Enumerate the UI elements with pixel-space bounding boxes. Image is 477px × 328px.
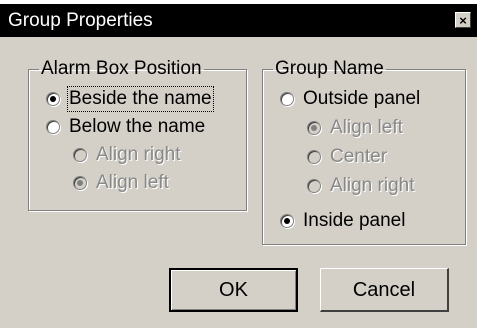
radio-inside-panel[interactable]: Inside panel [280, 210, 405, 232]
close-button[interactable]: × [455, 12, 471, 28]
radio-outside-panel[interactable]: Outside panel [280, 88, 420, 110]
radio-name-align-right[interactable]: Align right [307, 175, 415, 197]
radio-button-icon [73, 148, 87, 162]
radio-inside-panel-label: Inside panel [303, 210, 406, 231]
radio-button-icon [307, 150, 321, 164]
alarm-box-position-title: Alarm Box Position [41, 58, 202, 79]
radio-button-icon [307, 121, 321, 135]
title-bar: Group Properties × [0, 4, 477, 37]
ok-button[interactable]: OK [169, 268, 298, 312]
radio-button-icon [46, 92, 60, 106]
radio-beside-the-name[interactable]: Beside the name [46, 86, 214, 112]
radio-button-icon [280, 214, 294, 228]
cancel-button[interactable]: Cancel [320, 268, 449, 312]
radio-alarm-align-left[interactable]: Align left [73, 172, 169, 194]
radio-alarm-align-right-label: Align right [96, 144, 181, 165]
radio-outside-panel-label: Outside panel [303, 88, 421, 109]
radio-below-the-name-label: Below the name [69, 116, 206, 137]
radio-button-icon [280, 92, 294, 106]
radio-name-align-left[interactable]: Align left [307, 117, 403, 139]
radio-alarm-align-right[interactable]: Align right [73, 144, 181, 166]
radio-name-center[interactable]: Center [307, 146, 387, 168]
radio-name-center-label: Center [330, 146, 388, 167]
window-title: Group Properties [8, 10, 153, 31]
radio-alarm-align-left-label: Align left [96, 172, 169, 193]
radio-name-align-right-label: Align right [330, 175, 415, 196]
group-properties-dialog: Group Properties × Alarm Box Position Be… [0, 4, 477, 328]
radio-name-align-left-label: Align left [330, 117, 403, 138]
radio-button-icon [307, 179, 321, 193]
radio-beside-the-name-label: Beside the name [67, 86, 214, 112]
radio-button-icon [46, 120, 60, 134]
radio-button-icon [73, 176, 87, 190]
group-name-title: Group Name [275, 58, 384, 79]
radio-below-the-name[interactable]: Below the name [46, 116, 205, 138]
